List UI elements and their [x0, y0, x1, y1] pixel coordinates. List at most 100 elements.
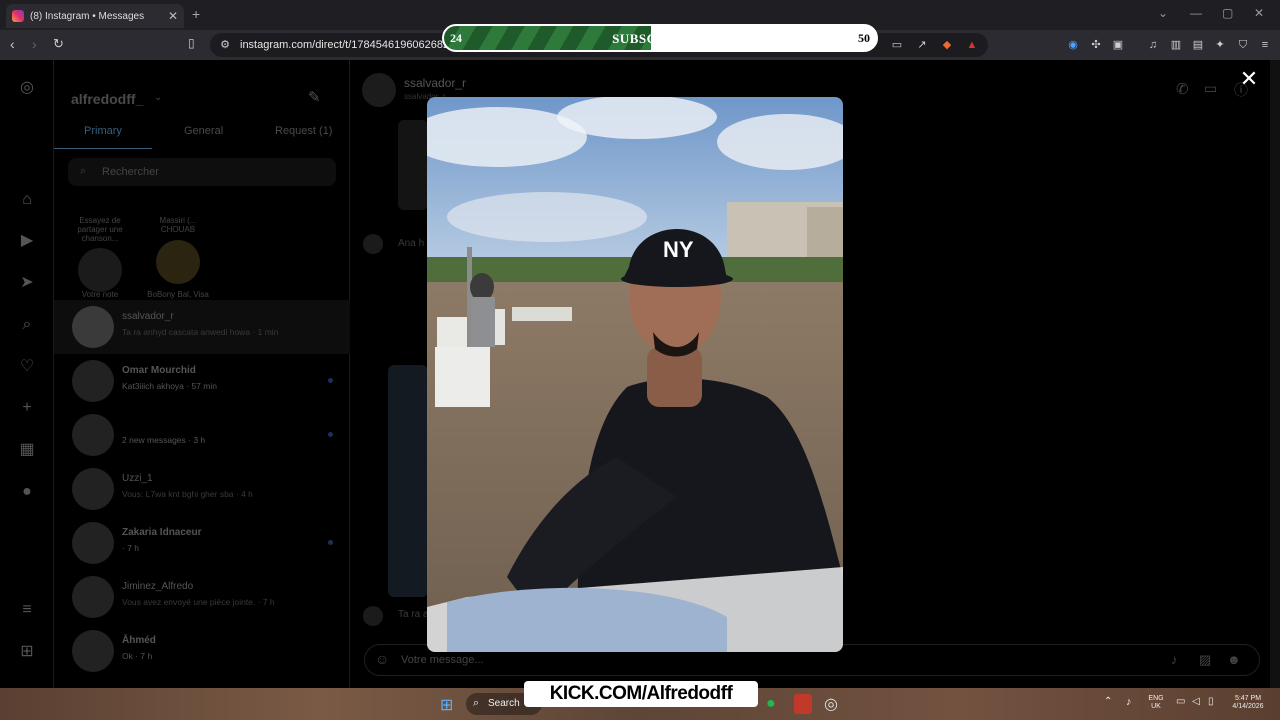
back-icon[interactable]: ‹	[10, 36, 15, 52]
notifications-icon[interactable]: ♡	[17, 357, 37, 377]
conversation-name: Jiminez_Alfredo	[122, 581, 194, 592]
volume-icon[interactable]: ◁	[1192, 696, 1200, 707]
chevron-down-icon[interactable]: ⌄	[154, 92, 162, 103]
note-bubble: Essayez de partager une chanson...	[77, 216, 123, 243]
language-code: ENG	[1148, 695, 1164, 702]
list-item[interactable]: 2 new messages · 3 h	[54, 408, 350, 462]
obs-icon[interactable]: ◎	[824, 694, 838, 714]
more-menu-icon[interactable]: ≡	[17, 600, 37, 620]
svg-text:NY: NY	[663, 237, 694, 262]
browser-tab[interactable]: (8) Instagram • Messages ✕	[6, 4, 184, 28]
shared-photo-thumbnail[interactable]	[388, 365, 428, 597]
forward-icon[interactable]: ›	[32, 36, 37, 52]
microphone-icon[interactable]: ♪	[1171, 652, 1178, 667]
avatar	[363, 234, 383, 254]
search-nav-icon[interactable]: ⌕	[17, 315, 37, 335]
chat-name[interactable]: ssalvador_r	[404, 76, 466, 90]
site-info-icon[interactable]: ⚙	[218, 38, 232, 52]
active-tab-indicator	[54, 148, 152, 149]
search-placeholder: Rechercher	[102, 166, 159, 178]
spotify-icon[interactable]: ●	[766, 695, 776, 713]
avatar	[363, 606, 383, 626]
list-item[interactable]: Uzzi_1 Vous: L7wa knt bghi gher sba · 4 …	[54, 462, 350, 516]
wallet-icon[interactable]: ▤	[1191, 38, 1205, 52]
conversation-preview: 2 new messages · 3 h	[122, 435, 206, 445]
subscriber-goal-bar: 24 SUBSCRIBERS 50	[442, 24, 878, 52]
note-label: BoBony Bal, Visa	[147, 290, 209, 299]
unread-dot	[328, 540, 333, 545]
home-icon[interactable]: ⌂	[17, 190, 37, 210]
app-icon[interactable]	[794, 694, 812, 714]
reels-icon[interactable]: ▶	[17, 231, 37, 251]
avatar[interactable]	[362, 73, 396, 107]
avatar	[72, 306, 114, 348]
menu-icon[interactable]: ≡	[1258, 38, 1272, 52]
profile-avatar-icon[interactable]: ●	[17, 482, 37, 502]
brave-rewards-icon[interactable]: ▲	[965, 38, 979, 52]
tab-primary[interactable]: Primary	[84, 125, 122, 137]
clock-time: 5:47 PM	[1234, 695, 1262, 702]
region-code: UK	[1151, 703, 1161, 710]
screenshot-icon[interactable]: ▣	[1111, 38, 1125, 52]
cast-icon[interactable]: ▭	[890, 38, 904, 52]
compose-icon[interactable]: ✎	[308, 88, 321, 106]
search-input[interactable]: ⌕ Rechercher	[68, 158, 336, 186]
leo-ai-icon[interactable]: ✦	[1213, 38, 1227, 52]
avatar	[72, 414, 114, 456]
window-close-icon[interactable]: ✕	[1254, 6, 1264, 20]
share-icon[interactable]: ↗	[915, 38, 929, 52]
messages-icon[interactable]: ➤	[17, 273, 37, 293]
taskbar-search-label: Search	[488, 698, 520, 709]
avatar	[72, 576, 114, 618]
audio-icon[interactable]: ◉	[1066, 38, 1080, 52]
apps-icon[interactable]: ⊞	[17, 642, 37, 662]
instagram-favicon-icon	[12, 10, 24, 22]
minimize-icon[interactable]: —	[1190, 6, 1202, 20]
url-text: instagram.com/direct/t/17845461960626823	[240, 39, 456, 51]
list-item[interactable]: Āhméd Ok · 7 h	[54, 624, 350, 678]
instagram-logo-icon[interactable]: ◎	[17, 78, 37, 98]
avatar[interactable]	[156, 240, 200, 284]
maximize-icon[interactable]: ▢	[1222, 6, 1233, 20]
shared-media-thumbnail[interactable]	[398, 120, 428, 210]
network-icon[interactable]: ▭	[1176, 696, 1185, 707]
language-indicator[interactable]: ENG UK	[1144, 695, 1168, 711]
tab-request[interactable]: Request (1)	[275, 125, 332, 137]
list-item[interactable]: Zakaria Idnaceur · 7 h	[54, 516, 350, 570]
tab-list-chevron-icon[interactable]: ⌄	[1158, 6, 1168, 20]
brave-shield-icon[interactable]: ◆	[940, 38, 954, 52]
microphone-tray-icon[interactable]: ♪	[1126, 696, 1132, 708]
conversation-preview: Kat3iiich akhoya · 57 min	[122, 381, 217, 391]
tray-chevron-icon[interactable]: ⌃	[1104, 696, 1112, 707]
scrollbar[interactable]	[1270, 60, 1280, 688]
account-username[interactable]: alfredodff_	[71, 91, 143, 107]
list-item[interactable]: ssalvador_r Ta ra anhyd cascata anwedi h…	[54, 300, 350, 354]
tab-general[interactable]: General	[184, 125, 223, 137]
list-item[interactable]: Omar Mourchid Kat3iiich akhoya · 57 min	[54, 354, 350, 408]
avatar[interactable]	[78, 248, 122, 292]
list-item[interactable]: Jiminez_Alfredo Vous avez envoyé une piè…	[54, 570, 350, 624]
conversation-name: ssalvador_r	[122, 311, 174, 322]
emoji-icon[interactable]: ☺	[375, 651, 389, 667]
windows-start-icon[interactable]: ⊞	[440, 695, 453, 715]
media-icon[interactable]: ♫	[1146, 38, 1160, 52]
clock[interactable]: 5:47 PM 4/14/2026	[1228, 695, 1268, 711]
bookmark-icon[interactable]: ▯	[188, 36, 195, 50]
phone-icon[interactable]: ✆	[1176, 80, 1189, 98]
conversation-preview: Ta ra anhyd cascata anwedi howa · 1 min	[122, 327, 279, 337]
extensions-icon[interactable]: ✣	[1089, 38, 1103, 52]
close-viewer-icon[interactable]: ✕	[1238, 68, 1260, 90]
sidebar-icon[interactable]: ▥	[1169, 38, 1183, 52]
reload-icon[interactable]: ↻	[53, 36, 64, 52]
new-tab-button[interactable]: +	[192, 6, 200, 22]
image-icon[interactable]: ▨	[1199, 652, 1211, 668]
video-call-icon[interactable]: ▭	[1204, 80, 1217, 97]
sticker-icon[interactable]: ☻	[1227, 652, 1241, 667]
create-icon[interactable]: +	[17, 398, 37, 418]
dashboard-icon[interactable]: ▦	[17, 440, 37, 460]
battery-icon[interactable]: ▯	[1208, 696, 1214, 707]
close-tab-icon[interactable]: ✕	[168, 9, 178, 23]
clock-date: 4/14/2026	[1232, 703, 1264, 710]
avatar	[72, 360, 114, 402]
vpn-icon[interactable]: ⛉	[1236, 38, 1250, 52]
